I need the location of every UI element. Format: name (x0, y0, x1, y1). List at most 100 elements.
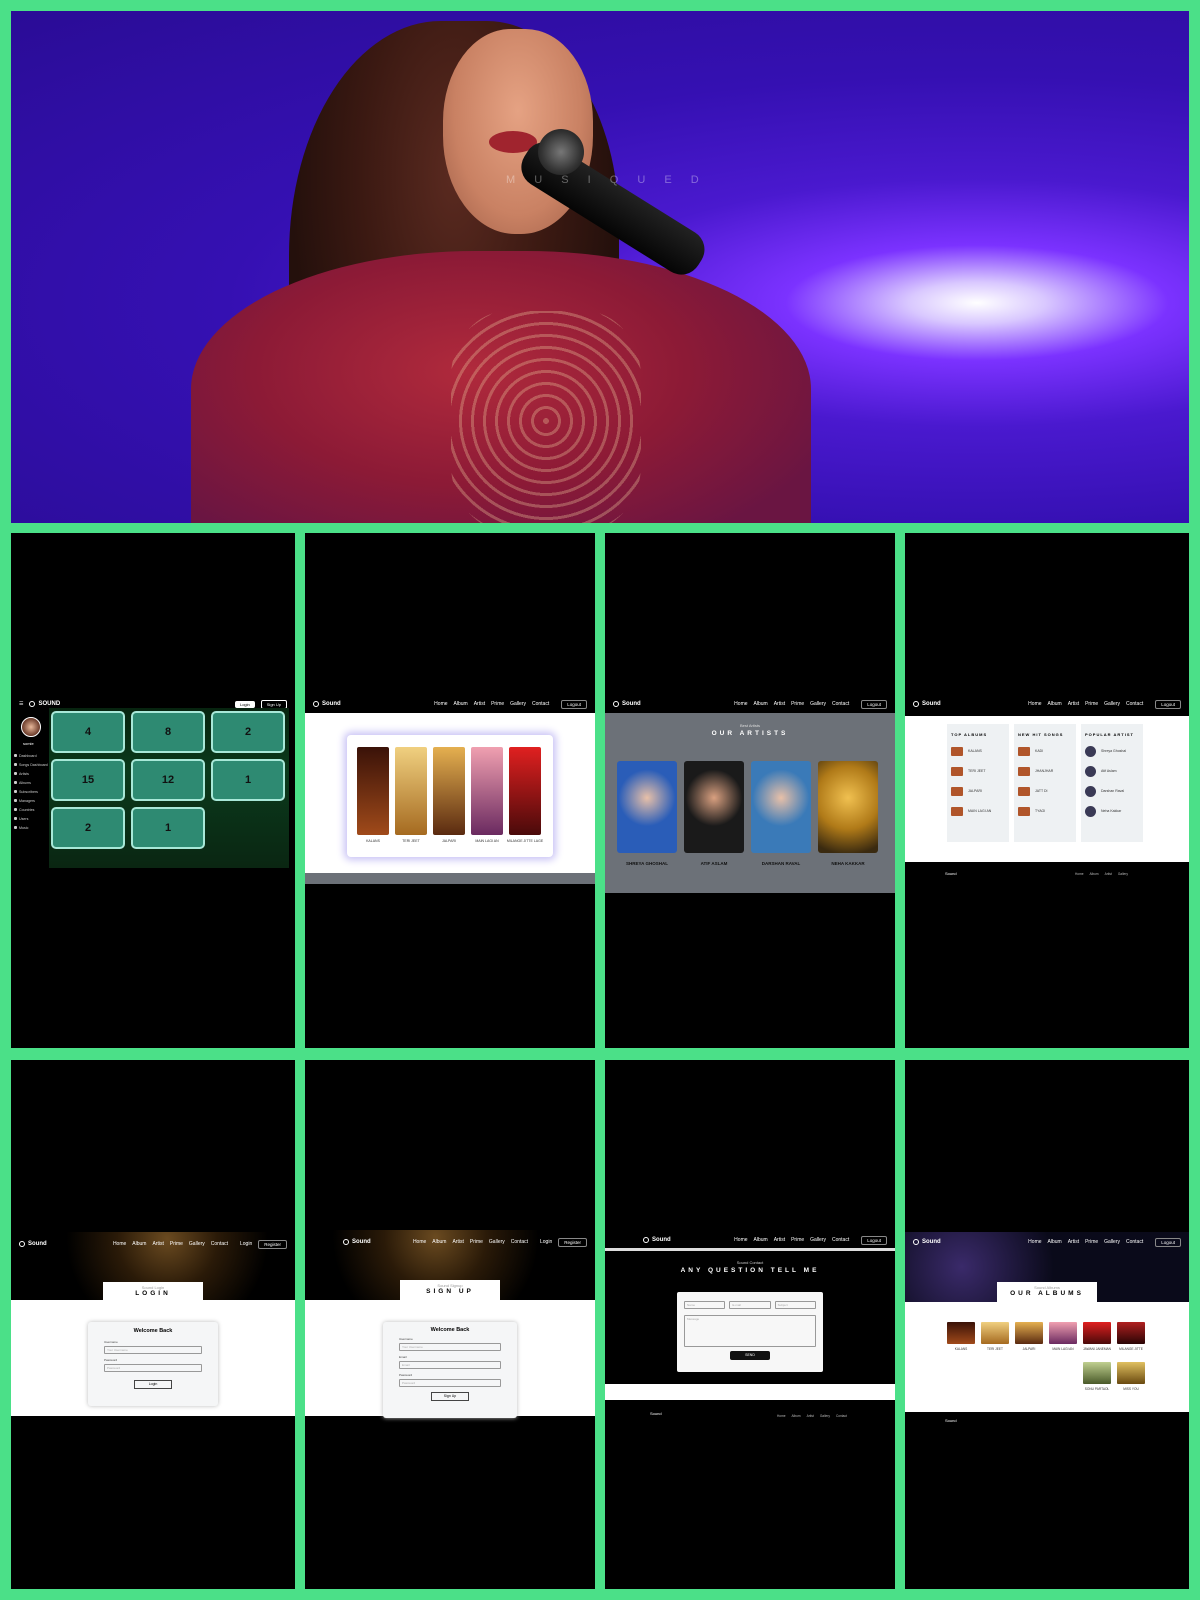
nav-link[interactable]: Home (413, 1239, 426, 1245)
stat-tile[interactable]: 4 (51, 711, 125, 753)
avatar[interactable] (21, 717, 41, 737)
nav-link[interactable]: Artist (152, 1241, 163, 1247)
nav-link[interactable]: Gallery (1104, 701, 1120, 707)
nav-link[interactable]: Album (1048, 1239, 1062, 1245)
album-cover[interactable] (1117, 1322, 1145, 1344)
register-button[interactable]: Register (258, 1239, 287, 1249)
poster[interactable] (471, 747, 503, 835)
login-link[interactable]: Login (240, 1241, 252, 1247)
list-item[interactable]: JALPARI (947, 781, 1009, 801)
list-item[interactable]: JHANJHAR (1014, 761, 1076, 781)
nav-link[interactable]: Contact (1126, 1239, 1143, 1245)
footer-brand[interactable]: Sound (945, 1418, 957, 1423)
stat-tile[interactable]: 8 (131, 711, 205, 753)
footer-link[interactable]: Home (1075, 872, 1084, 876)
list-item[interactable]: TYAGI (1014, 801, 1076, 821)
username-field[interactable]: Your Username (104, 1346, 202, 1354)
nav-link[interactable]: Artist (774, 701, 785, 707)
nav-link[interactable]: Home (1028, 1239, 1041, 1245)
footer-link[interactable]: Contact (836, 1414, 847, 1418)
nav-link[interactable]: Gallery (810, 701, 826, 707)
list-item[interactable]: KADI (1014, 741, 1076, 761)
logout-button[interactable]: Logout (861, 1235, 887, 1245)
artist-photo[interactable] (818, 761, 878, 853)
subject-field[interactable]: Subject (774, 1301, 816, 1309)
album-cover[interactable] (1015, 1322, 1043, 1344)
nav-link[interactable]: Contact (511, 1239, 528, 1245)
nav-link[interactable]: Contact (211, 1241, 228, 1247)
nav-link[interactable]: Gallery (510, 701, 526, 707)
stat-tile[interactable]: 1 (211, 759, 285, 801)
nav-link[interactable]: Home (1028, 701, 1041, 707)
nav-link[interactable]: Album (754, 701, 768, 707)
brand-logo[interactable]: Sound (343, 1239, 371, 1245)
nav-link[interactable]: Home (734, 1237, 747, 1243)
nav-link[interactable]: Contact (532, 701, 549, 707)
album-cover[interactable] (1117, 1362, 1145, 1384)
email-field[interactable]: Email (399, 1361, 501, 1369)
album-cover[interactable] (1049, 1322, 1077, 1344)
brand-logo[interactable]: Sound (913, 1239, 941, 1245)
nav-link[interactable]: Gallery (489, 1239, 505, 1245)
poster[interactable] (357, 747, 389, 835)
album-cover[interactable] (1083, 1322, 1111, 1344)
signup-submit-button[interactable]: Sign Up (431, 1392, 469, 1401)
login-link[interactable]: Login (540, 1239, 552, 1245)
album-cover[interactable] (1083, 1362, 1111, 1384)
list-item[interactable]: JATT DI (1014, 781, 1076, 801)
menu-icon[interactable]: ☰ (19, 701, 23, 707)
list-item[interactable]: TERI JEET (947, 761, 1009, 781)
nav-link[interactable]: Album (454, 701, 468, 707)
nav-link[interactable]: Contact (832, 701, 849, 707)
sidebar-item[interactable]: Artists (14, 769, 48, 778)
nav-link[interactable]: Prime (1085, 1239, 1098, 1245)
stat-tile[interactable]: 12 (131, 759, 205, 801)
login-button[interactable]: Login (234, 700, 255, 708)
nav-link[interactable]: Home (434, 701, 447, 707)
list-item[interactable]: Atif Aslam (1081, 761, 1143, 781)
artist-photo[interactable] (617, 761, 677, 853)
poster[interactable] (433, 747, 465, 835)
nav-link[interactable]: Gallery (810, 1237, 826, 1243)
sidebar-item[interactable]: Dashboard (14, 751, 48, 760)
album-cover[interactable] (981, 1322, 1009, 1344)
sidebar-item[interactable]: Music (14, 823, 48, 832)
nav-link[interactable]: Gallery (1104, 1239, 1120, 1245)
nav-link[interactable]: Home (734, 701, 747, 707)
nav-link[interactable]: Artist (452, 1239, 463, 1245)
footer-link[interactable]: Gallery (1118, 872, 1128, 876)
sidebar-item[interactable]: Subscribers (14, 787, 48, 796)
footer-link[interactable]: Artist (1105, 872, 1112, 876)
logout-button[interactable]: Logout (1155, 699, 1181, 709)
footer-link[interactable]: Artist (807, 1414, 814, 1418)
brand-logo[interactable]: Sound (19, 1241, 47, 1247)
name-field[interactable]: Name (684, 1301, 726, 1309)
nav-link[interactable]: Album (432, 1239, 446, 1245)
footer-brand[interactable]: Sound (650, 1411, 662, 1416)
list-item[interactable]: MAIN LAGI AN (947, 801, 1009, 821)
nav-link[interactable]: Artist (474, 701, 485, 707)
sidebar-item[interactable]: Albums (14, 778, 48, 787)
username-field[interactable]: Your Username (399, 1343, 501, 1351)
nav-link[interactable]: Artist (1068, 1239, 1079, 1245)
nav-link[interactable]: Artist (774, 1237, 785, 1243)
footer-link[interactable]: Album (1090, 872, 1099, 876)
login-submit-button[interactable]: Login (134, 1380, 172, 1389)
list-item[interactable]: KALANS (947, 741, 1009, 761)
logout-button[interactable]: Logout (1155, 1237, 1181, 1247)
nav-link[interactable]: Prime (170, 1241, 183, 1247)
nav-link[interactable]: Gallery (189, 1241, 205, 1247)
nav-link[interactable]: Album (1048, 701, 1062, 707)
logout-button[interactable]: Logout (861, 699, 887, 709)
stat-tile[interactable]: 15 (51, 759, 125, 801)
nav-link[interactable]: Contact (1126, 701, 1143, 707)
sidebar-item[interactable]: Managers (14, 796, 48, 805)
send-button[interactable]: SEND (730, 1351, 770, 1360)
password-field[interactable]: Password (399, 1379, 501, 1387)
footer-link[interactable]: Home (777, 1414, 786, 1418)
footer-link[interactable]: Album (792, 1414, 801, 1418)
nav-link[interactable]: Prime (791, 1237, 804, 1243)
sidebar-item[interactable]: Songs Dashboard (14, 760, 48, 769)
nav-link[interactable]: Contact (832, 1237, 849, 1243)
artist-photo[interactable] (751, 761, 811, 853)
